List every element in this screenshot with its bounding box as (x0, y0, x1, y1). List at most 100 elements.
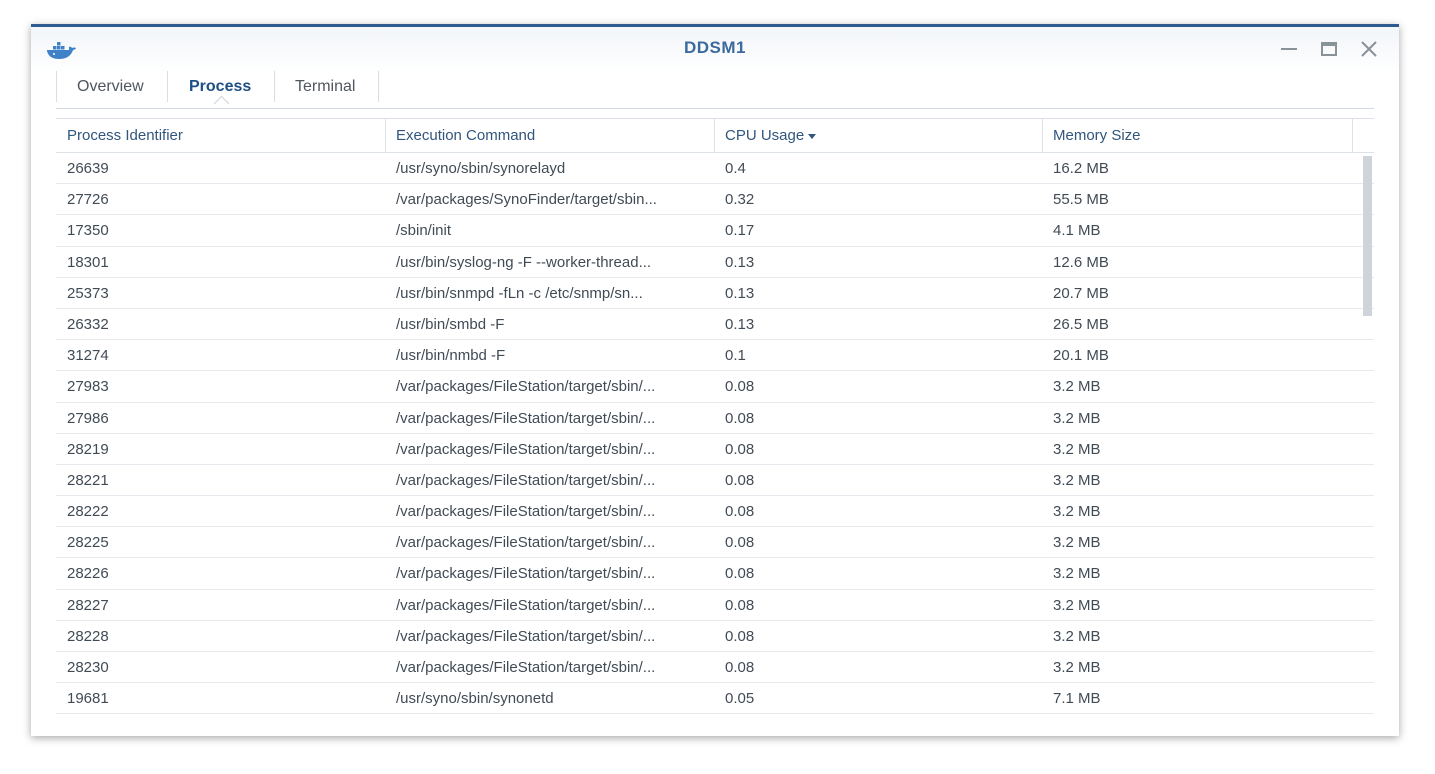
window-title: DDSM1 (683, 38, 746, 57)
table-row[interactable]: 19681/usr/syno/sbin/synonetd 0.05 7.1 MB (56, 683, 1374, 715)
cell-pid: 27726 (67, 191, 109, 209)
cell-command: /var/packages/FileStation/target/sbin/..… (396, 378, 656, 396)
cell-command: /var/packages/FileStation/target/sbin/..… (396, 565, 656, 583)
cell-command: /usr/bin/nmbd -F (396, 347, 506, 365)
cell-command: /var/packages/FileStation/target/sbin/..… (396, 503, 656, 521)
cell-pid: 28219 (67, 440, 109, 458)
cell-memory: 3.2 MB (1053, 534, 1101, 552)
cell-cpu: 0.4 (725, 160, 746, 177)
cell-memory: 26.5 MB (1053, 315, 1109, 333)
app-window: DDSM1 Overview Process Terminal Process … (31, 24, 1399, 736)
cell-cpu: 0.08 (725, 503, 755, 521)
close-icon[interactable] (1358, 38, 1380, 60)
maximize-icon[interactable] (1318, 38, 1340, 60)
cell-cpu: 0.13 (725, 253, 755, 271)
cell-memory: 3.2 MB (1053, 565, 1101, 583)
cell-command: /var/packages/FileStation/target/sbin/..… (396, 659, 656, 676)
cell-pid: 28227 (67, 596, 109, 614)
sort-descending-icon (808, 133, 817, 139)
cell-pid: 31274 (67, 347, 109, 365)
table-row[interactable]: 28228/var/packages/FileStation/target/sb… (56, 621, 1374, 652)
table-row[interactable]: 17350/sbin/init 0.17 4.1 MB (56, 215, 1374, 247)
cell-memory: 55.5 MB (1053, 191, 1109, 209)
cell-command: /sbin/init (396, 222, 452, 240)
cell-cpu: 0.05 (725, 690, 755, 708)
cell-memory: 3.2 MB (1053, 409, 1101, 427)
cell-pid: 27983 (67, 378, 109, 396)
tab-overview-label: Overview (77, 78, 144, 95)
cell-memory: 7.1 MB (1053, 690, 1101, 708)
title-bar[interactable]: DDSM1 (31, 27, 1399, 75)
cell-command: /usr/bin/smbd -F (396, 315, 505, 333)
cell-memory: 3.2 MB (1053, 471, 1101, 489)
table-row[interactable]: 27983/var/packages/FileStation/target/sb… (56, 371, 1374, 403)
table-row[interactable]: 28221/var/packages/FileStation/target/sb… (56, 465, 1374, 497)
table-row[interactable]: 26639/usr/syno/sbin/synorelayd 0.4 16.2 MB (56, 153, 1374, 185)
column-header-memory-label: Memory Size (1053, 127, 1141, 144)
table-row[interactable]: 28225/var/packages/FileStation/target/sb… (56, 527, 1374, 559)
table-row[interactable]: 28226/var/packages/FileStation/target/sb… (56, 558, 1374, 590)
column-header-memory[interactable]: Memory Size (1042, 119, 1352, 152)
cell-pid: 27986 (67, 409, 109, 427)
cell-pid: 19681 (67, 690, 109, 708)
cell-pid: 18301 (67, 253, 109, 271)
cell-command: /var/packages/FileStation/target/sbin/..… (396, 440, 656, 458)
column-header-command-label: Execution Command (396, 127, 536, 144)
cell-pid: 26639 (67, 160, 109, 177)
cell-cpu: 0.1 (725, 347, 746, 365)
cell-memory: 4.1 MB (1053, 222, 1101, 240)
cell-memory: 3.2 MB (1053, 659, 1101, 676)
cell-pid: 28228 (67, 627, 109, 645)
table-row[interactable]: 25373/usr/bin/snmpd -fLn -c /etc/snmp/sn… (56, 278, 1374, 309)
cell-memory: 12.6 MB (1053, 253, 1109, 271)
cell-memory: 3.2 MB (1053, 378, 1101, 396)
cell-memory: 16.2 MB (1053, 160, 1109, 177)
column-header-command[interactable]: Execution Command (385, 119, 714, 152)
table-row[interactable]: 28222/var/packages/FileStation/target/sb… (56, 496, 1374, 528)
table-row[interactable]: 27986/var/packages/FileStation/target/sb… (56, 403, 1374, 434)
cell-pid: 28226 (67, 565, 109, 583)
tab-overview[interactable]: Overview (56, 71, 167, 102)
table-row[interactable]: 28219/var/packages/FileStation/target/sb… (56, 434, 1374, 465)
cell-cpu: 0.08 (725, 440, 755, 458)
cell-command: /usr/bin/snmpd -fLn -c /etc/snmp/sn... (396, 284, 643, 302)
cell-memory: 3.2 MB (1053, 503, 1101, 521)
cell-command: /var/packages/FileStation/target/sbin/..… (396, 534, 656, 552)
cell-command: /var/packages/SynoFinder/target/sbin... (396, 191, 657, 209)
column-header-pid-label: Process Identifier (67, 127, 183, 144)
cell-memory: 3.2 MB (1053, 440, 1101, 458)
column-header-pid[interactable]: Process Identifier (56, 119, 385, 152)
cell-pid: 26332 (67, 315, 109, 333)
table-row[interactable]: 18301/usr/bin/syslog-ng -F --worker-thre… (56, 247, 1374, 278)
cell-cpu: 0.17 (725, 222, 755, 240)
table-row[interactable]: 28227/var/packages/FileStation/target/sb… (56, 590, 1374, 621)
cell-cpu: 0.08 (725, 409, 755, 427)
table-row[interactable]: 27726/var/packages/SynoFinder/target/sbi… (56, 184, 1374, 216)
cell-memory: 3.2 MB (1053, 627, 1101, 645)
cell-memory: 3.2 MB (1053, 596, 1101, 614)
cell-cpu: 0.08 (725, 471, 755, 489)
table-body: 26639/usr/syno/sbin/synorelayd 0.4 16.2 MB… (56, 153, 1374, 715)
cell-command: /var/packages/FileStation/target/sbin/..… (396, 409, 656, 427)
tab-process[interactable]: Process (167, 71, 274, 112)
cell-cpu: 0.08 (725, 627, 755, 645)
column-header-cpu[interactable]: CPU Usage (714, 119, 1042, 152)
tab-terminal[interactable]: Terminal (274, 71, 379, 102)
tab-divider (56, 108, 1374, 109)
cell-command: /usr/syno/sbin/synorelayd (396, 160, 566, 177)
cell-cpu: 0.08 (725, 596, 755, 614)
column-separator[interactable] (1352, 119, 1353, 152)
table-row[interactable]: 31274/usr/bin/nmbd -F 0.1 20.1 MB (56, 340, 1374, 372)
tab-process-label: Process (189, 78, 252, 95)
minimize-icon[interactable] (1278, 38, 1300, 60)
cell-pid: 17350 (67, 222, 109, 240)
cell-command: /var/packages/FileStation/target/sbin/..… (396, 627, 656, 645)
vertical-scrollbar[interactable] (1363, 156, 1372, 316)
table-row[interactable]: 28230/var/packages/FileStation/target/sb… (56, 652, 1374, 684)
cell-command: /var/packages/FileStation/target/sbin/..… (396, 596, 656, 614)
table-header: Process Identifier Execution Command CPU… (56, 119, 1374, 153)
cell-memory: 20.1 MB (1053, 347, 1109, 365)
cell-memory: 20.7 MB (1053, 284, 1109, 302)
cell-cpu: 0.08 (725, 565, 755, 583)
table-row[interactable]: 26332/usr/bin/smbd -F 0.13 26.5 MB (56, 309, 1374, 341)
